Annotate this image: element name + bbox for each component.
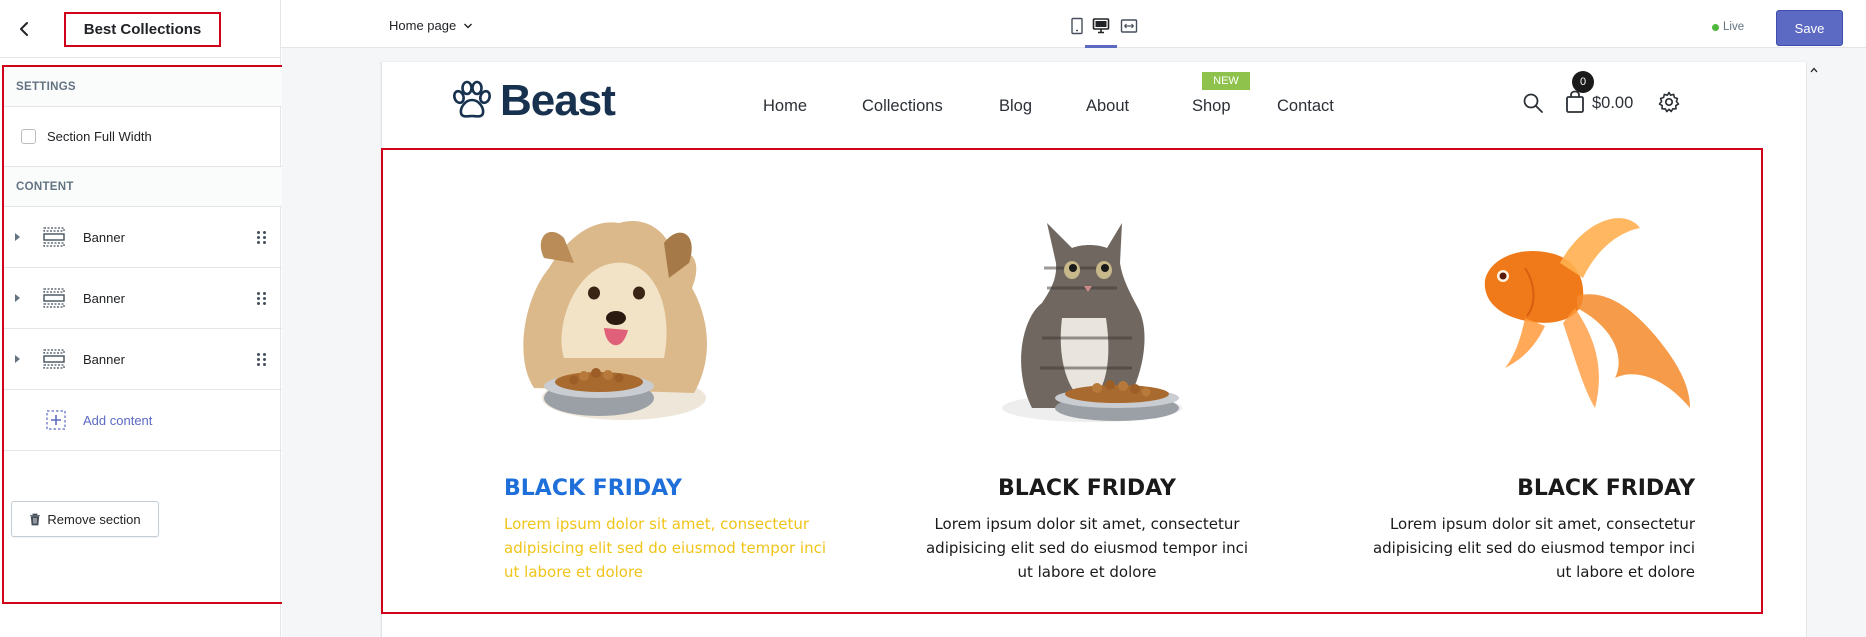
- collection-card[interactable]: BLACK FRIDAY Lorem ipsum dolor sit amet,…: [917, 150, 1257, 612]
- page-selector-value: Home page: [389, 18, 457, 33]
- collection-card[interactable]: BLACK FRIDAY Lorem ipsum dolor sit amet,…: [1353, 150, 1695, 612]
- full-width-label: Section Full Width: [47, 129, 152, 144]
- cart-count-badge: 0: [1572, 71, 1594, 93]
- trash-icon: [30, 513, 41, 525]
- gear-icon[interactable]: [1657, 90, 1681, 114]
- sidebar: Best Collections SETTINGS Section Full W…: [0, 0, 289, 637]
- live-status: Live: [1712, 21, 1744, 33]
- content-heading: CONTENT: [4, 167, 287, 207]
- drag-handle-icon[interactable]: [257, 291, 267, 305]
- card-description: Lorem ipsum dolor sit amet, consectetur …: [1372, 515, 1695, 581]
- chevron-down-icon: [464, 23, 473, 28]
- editor-toolbar: Home page Live Save: [281, 0, 1866, 48]
- banner-block-icon: [43, 227, 65, 247]
- nav-link-collections[interactable]: Collections: [862, 97, 943, 116]
- store-logo[interactable]: Beast: [450, 76, 616, 126]
- expand-caret-icon[interactable]: [15, 294, 20, 302]
- sidebar-header: Best Collections: [0, 0, 281, 58]
- expand-caret-icon[interactable]: [15, 355, 20, 363]
- remove-section-label: Remove section: [47, 511, 141, 527]
- collection-card[interactable]: BLACK FRIDAY Lorem ipsum dolor sit amet,…: [504, 150, 844, 612]
- store-header: Beast Home Collections Blog About Shop N…: [382, 62, 1806, 147]
- scroll-up-arrow-icon[interactable]: [1810, 67, 1818, 73]
- save-button[interactable]: Save: [1776, 10, 1843, 46]
- add-content-label: Add content: [83, 412, 153, 428]
- back-arrow-icon[interactable]: [12, 17, 36, 41]
- shopping-bag-icon[interactable]: [1565, 90, 1585, 114]
- block-label: Banner: [83, 290, 125, 306]
- block-label: Banner: [83, 351, 125, 367]
- nav-link-home[interactable]: Home: [763, 97, 807, 116]
- card-title: BLACK FRIDAY: [1517, 476, 1695, 501]
- block-label: Banner: [83, 229, 125, 245]
- live-status-dot: [1712, 23, 1719, 31]
- settings-heading: SETTINGS: [4, 67, 287, 107]
- content-block-banner[interactable]: Banner: [4, 268, 287, 329]
- add-content-button[interactable]: Add content: [4, 390, 287, 451]
- paw-logo-icon: [452, 80, 492, 118]
- content-block-banner[interactable]: Banner: [4, 329, 287, 390]
- banner-block-icon: [43, 349, 65, 369]
- preview-scrollbar[interactable]: [1806, 62, 1820, 637]
- nav-link-blog[interactable]: Blog: [999, 97, 1032, 116]
- full-width-checkbox[interactable]: [21, 129, 36, 144]
- cart-total[interactable]: $0.00: [1592, 94, 1633, 113]
- card-title: BLACK FRIDAY: [504, 476, 682, 501]
- search-icon[interactable]: [1522, 92, 1544, 114]
- dog-with-food-bowl-image: [523, 221, 707, 420]
- section-full-width-option[interactable]: Section Full Width: [4, 107, 287, 167]
- banner-block-icon: [43, 288, 65, 308]
- section-settings-panel: SETTINGS Section Full Width CONTENT Bann…: [2, 65, 289, 604]
- card-title: BLACK FRIDAY: [998, 476, 1176, 501]
- store-logo-text: Beast: [500, 76, 616, 125]
- goldfish-image: [1484, 218, 1690, 408]
- panel-title: Best Collections: [64, 12, 221, 47]
- content-block-banner[interactable]: Banner: [4, 207, 287, 268]
- mobile-view-icon[interactable]: [1068, 17, 1086, 35]
- card-description: Lorem ipsum dolor sit amet, consectetur …: [925, 515, 1249, 581]
- remove-section-button[interactable]: Remove section: [11, 501, 159, 537]
- live-status-label: Live: [1723, 21, 1745, 33]
- new-badge: NEW: [1202, 72, 1250, 90]
- expand-caret-icon[interactable]: [15, 233, 20, 241]
- page-selector[interactable]: Home page: [389, 18, 473, 33]
- nav-link-contact[interactable]: Contact: [1277, 97, 1334, 116]
- desktop-view-icon[interactable]: [1092, 17, 1110, 35]
- drag-handle-icon[interactable]: [257, 352, 267, 366]
- nav-link-about[interactable]: About: [1086, 97, 1129, 116]
- drag-handle-icon[interactable]: [257, 230, 267, 244]
- add-content-icon: [46, 410, 66, 430]
- kitten-with-food-bowl-image: [1002, 223, 1182, 422]
- best-collections-section[interactable]: BLACK FRIDAY Lorem ipsum dolor sit amet,…: [381, 148, 1763, 614]
- nav-link-shop[interactable]: Shop: [1192, 97, 1231, 116]
- card-description: Lorem ipsum dolor sit amet, consectetur …: [504, 515, 827, 581]
- fullscreen-view-icon[interactable]: [1120, 17, 1138, 35]
